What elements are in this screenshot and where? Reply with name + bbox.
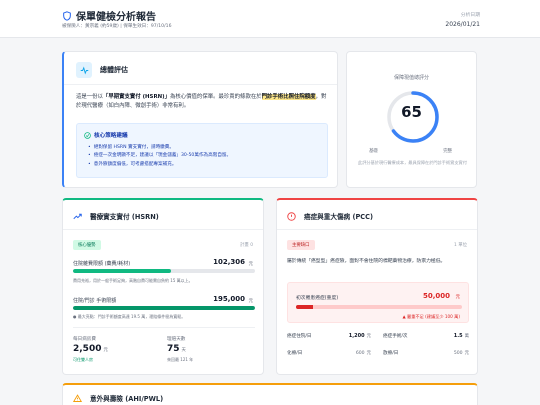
overall-assessment-title: 總體評估 [100, 66, 128, 74]
pcc-description: 屬於傳統「癌型型」癌症險，面對不會住院的標靶藥物治療，防禦力極低。 [287, 259, 446, 264]
progress-fill [73, 306, 255, 310]
item-unit: 元 [248, 299, 253, 304]
gap-unit: 元 [455, 295, 460, 300]
strategy-list: 絕對保留 HSRN 實支實付，請時繳費。 癌症一次金明顯不足，建議以「現金儲蓄」… [88, 144, 231, 169]
analysis-date: 2026/01/21 [445, 21, 480, 28]
status-badge: 核心優勢 [73, 240, 101, 250]
item-unit: 元 [248, 262, 253, 267]
score-value: 65 [401, 103, 422, 121]
divider [63, 229, 263, 230]
item-note: 費用充裕，用於一般手術足夠，高階自費可能需自負約 15 萬以上。 [73, 278, 193, 283]
stat-note: 來回最 121 年 [167, 357, 194, 362]
overall-assessment-card: 總體評估 這是一份以「早期實支實付 (HSRN)」為核心價值的保單。最珍貴的條款… [62, 51, 338, 188]
list-item: 意外險額度偏低，可考慮搭配專案補充。 [88, 161, 231, 169]
warning-icon [73, 393, 82, 402]
kv-label: 癌症住院/日 [287, 334, 312, 339]
divider [64, 84, 337, 85]
page-header: 保單健檢分析報告 被保險人：黃宗義 (約59歲) | 保單生效日：97/10/1… [0, 0, 540, 38]
alert-circle-icon [287, 211, 296, 221]
stat-label: 理賠天數 [167, 337, 186, 342]
progress-bar [73, 269, 255, 273]
list-item: 癌症一次金明顯不足，建議以「現金儲蓄」30-50萬作為高階自留。 [88, 152, 231, 160]
pcc-header: 癌症與重大傷病 (PCC) [287, 211, 373, 221]
score-low-label: 基礎 [369, 149, 378, 154]
item-note: ● 最大亮點：門診手術額度高達 19.5 萬，理賠條件極為寬鬆。 [73, 314, 186, 319]
score-note: 此評分基於現行醫療成本，最具保障在於門診手術實支實付 [358, 160, 467, 165]
trending-up-icon [73, 213, 82, 219]
page-title-text: 保單健檢分析報告 [76, 12, 156, 23]
kv-value: 500 元 [453, 351, 469, 356]
gap-value: 50,000 [422, 292, 450, 300]
hsrn-title: 醫療實支實付 (HSRN) [90, 213, 159, 221]
progress-fill [296, 305, 313, 309]
activity-icon [76, 62, 92, 78]
kv-label: 化療/日 [287, 351, 303, 356]
stat-value: 75 天 [167, 344, 186, 354]
kv-value: 600 元 [355, 351, 371, 356]
kv-label: 癌症手術/次 [383, 334, 408, 339]
pcc-card: 癌症與重大傷病 (PCC) 主要缺口 1 單位 屬於傳統「癌型型」癌症險，面對不… [276, 198, 478, 375]
kv-value: 1,200 元 [348, 333, 371, 339]
progress-fill [73, 269, 172, 273]
progress-bar [296, 305, 462, 309]
ahi-pwl-header: 意外與壽險 (AHI/PWL) [73, 393, 163, 403]
score-label: 保障現值總評分 [393, 75, 429, 81]
status-badge: 主要缺口 [287, 240, 315, 250]
item-label: 住院/門診 手術限額 [73, 298, 117, 304]
divider [73, 327, 255, 328]
hsrn-header: 醫療實支實付 (HSRN) [73, 211, 159, 221]
item-label: 住院雜費限額 (藥費/耗材) [73, 261, 131, 267]
overall-assessment-header: 總體評估 [76, 62, 128, 78]
hsrn-card: 醫療實支實付 (HSRN) 核心優勢 計畫 0 住院雜費限額 (藥費/耗材) 1… [62, 198, 264, 375]
plan-count: 計畫 0 [240, 243, 253, 248]
analysis-date-label: 分析日期 [460, 13, 480, 18]
unit-count: 1 單位 [454, 243, 467, 248]
item-value: 102,306 [213, 258, 245, 266]
stat-label: 每日病房費 [73, 337, 96, 342]
ahi-pwl-title: 意外與壽險 (AHI/PWL) [90, 395, 164, 403]
assessment-text: 這是一份以「早期實支實付 (HSRN)」為核心價值的保單。最珍貴的條款在於門診手… [76, 94, 327, 109]
pcc-title: 癌症與重大傷病 (PCC) [304, 213, 373, 221]
item-value: 195,000 [213, 295, 245, 303]
gap-label: 初次罹患癌症(重度) [296, 296, 339, 301]
highlight-clause: 門診手術比照住院額度 [261, 94, 316, 100]
score-high-label: 完整 [443, 149, 452, 154]
progress-bar [73, 306, 255, 310]
insured-info: 被保險人：黃宗義 (約59歲) | 保單生效日：97/10/16 [62, 24, 172, 29]
stat-value: 2,500 元 [73, 344, 108, 354]
shield-icon [63, 10, 71, 21]
score-card: 保障現值總評分 65 基礎 完整 此評分基於現行醫療成本，最具保障在於門診手術實… [346, 51, 477, 188]
kv-value: 1.5 萬 [453, 333, 469, 339]
strategy-box: 核心策略建議 絕對保留 HSRN 實支實付，請時繳費。 癌症一次金明顯不足，建議… [76, 123, 328, 178]
kv-label: 放療/日 [383, 351, 399, 356]
list-item: 絕對保留 HSRN 實支實付，請時繳費。 [88, 144, 231, 152]
check-circle-icon [84, 131, 91, 139]
divider [277, 229, 477, 230]
gap-warning: ▲ 嚴重不足 (建議至少 100 萬) [402, 314, 461, 319]
page-title: 保單健檢分析報告 [62, 8, 156, 23]
gap-box: 初次罹患癌症(重度) 50,000 元 ▲ 嚴重不足 (建議至少 100 萬) [287, 282, 469, 323]
strategy-title: 核心策略建議 [84, 131, 128, 139]
ahi-pwl-card: 意外與壽險 (AHI/PWL) [62, 383, 478, 405]
stat-note: 可住雙人房 [73, 357, 93, 362]
